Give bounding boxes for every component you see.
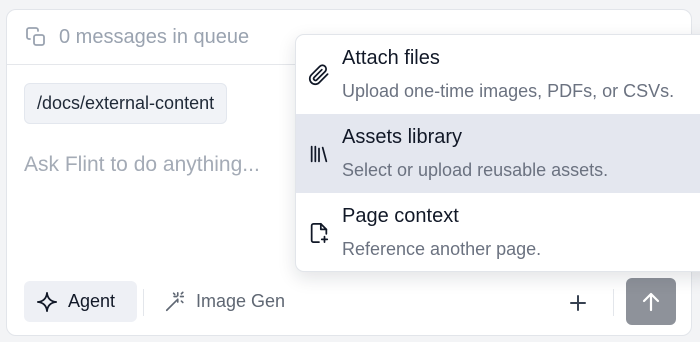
image-gen-label: Image Gen bbox=[196, 291, 286, 311]
menu-item-title: Assets library bbox=[342, 126, 463, 148]
arrow-up-icon bbox=[642, 292, 660, 311]
queue-icon bbox=[25, 26, 47, 48]
context-path-label: /docs/external-content bbox=[37, 93, 215, 113]
menu-item-attach-files[interactable]: Attach files Upload one-time images, PDF… bbox=[296, 35, 700, 114]
context-path-chip[interactable]: /docs/external-content bbox=[24, 83, 228, 124]
paperclip-icon bbox=[308, 63, 330, 86]
menu-item-description: Select or upload reusable assets. bbox=[342, 160, 609, 180]
menu-item-assets-library[interactable]: Assets library Select or upload reusable… bbox=[296, 114, 700, 193]
menu-item-description: Upload one-time images, PDFs, or CSVs. bbox=[342, 81, 675, 101]
attachment-menu: Attach files Upload one-time images, PDF… bbox=[295, 34, 700, 272]
menu-item-title: Attach files bbox=[342, 47, 440, 69]
agent-mode-label: Agent bbox=[68, 291, 116, 311]
menu-item-description: Reference another page. bbox=[342, 239, 542, 259]
send-button[interactable] bbox=[626, 278, 676, 325]
agent-mode-button[interactable]: Agent bbox=[24, 281, 137, 322]
menu-item-title: Page context bbox=[342, 205, 459, 227]
sparkle-icon bbox=[36, 291, 58, 312]
image-gen-button[interactable]: Image Gen bbox=[159, 281, 299, 322]
toolbar-divider bbox=[143, 289, 144, 316]
magic-wand-icon bbox=[165, 291, 185, 311]
plus-icon bbox=[570, 295, 586, 311]
send-divider bbox=[613, 289, 614, 316]
menu-item-page-context[interactable]: Page context Reference another page. bbox=[296, 193, 700, 271]
queue-status-text: 0 messages in queue bbox=[59, 25, 250, 48]
file-plus-icon bbox=[308, 222, 330, 244]
add-attachment-button[interactable] bbox=[565, 290, 591, 316]
library-icon bbox=[308, 143, 330, 165]
